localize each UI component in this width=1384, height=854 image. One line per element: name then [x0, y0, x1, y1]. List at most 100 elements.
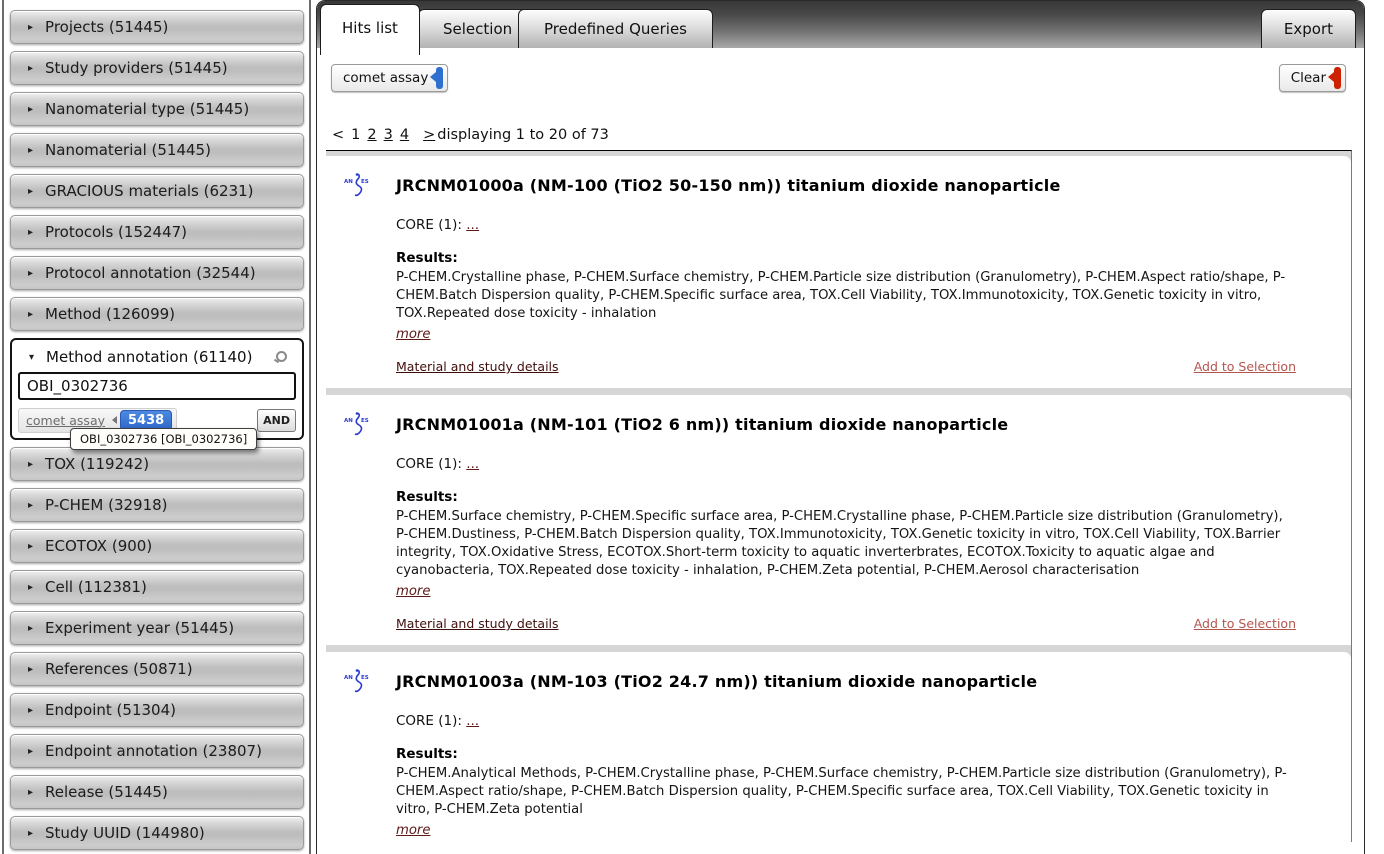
results-label: Results: [396, 250, 1296, 266]
result-card: AN ES JRCNM01001a (NM-101 (TiO2 6 nm)) t… [326, 395, 1351, 645]
and-operator-button[interactable]: AND [257, 409, 296, 432]
result-body: JRCNM01001a (NM-101 (TiO2 6 nm)) titaniu… [396, 415, 1296, 631]
main-panel: Hits list Selection Predefined Queries E… [316, 0, 1365, 854]
facet-item-release-51445[interactable]: ▸ Release (51445) [10, 775, 304, 809]
facet-item-label: Study providers (51445) [45, 59, 228, 77]
core-label: CORE (1): [396, 713, 466, 729]
chevron-right-icon: ▸ [28, 309, 33, 320]
facet-list-top: ▸ Projects (51445) ▸ Study providers (51… [10, 10, 304, 331]
facet-item-label: GRACIOUS materials (6231) [45, 182, 253, 200]
facet-item-label: P-CHEM (32918) [45, 496, 168, 514]
results-text: P-CHEM.Analytical Methods, P-CHEM.Crysta… [396, 765, 1296, 819]
facet-label: Method annotation (61140) [46, 348, 252, 366]
chevron-right-icon: ▸ [28, 459, 33, 470]
page-current: 1 [351, 127, 360, 143]
chevron-right-icon: ▸ [28, 746, 33, 757]
facet-item-cell-112381[interactable]: ▸ Cell (112381) [10, 570, 304, 604]
facet-item-label: Protocols (152447) [45, 223, 187, 241]
result-links-row: Material and study details Add to Select… [396, 359, 1296, 374]
core-expand-link[interactable]: ... [466, 217, 479, 233]
facet-item-references-50871[interactable]: ▸ References (50871) [10, 652, 304, 686]
facet-sidebar: ▸ Projects (51445) ▸ Study providers (51… [2, 0, 311, 854]
svg-text:ES: ES [361, 675, 369, 681]
facet-item-p-chem-32918[interactable]: ▸ P-CHEM (32918) [10, 488, 304, 522]
facet-item-tox-119242[interactable]: ▸ TOX (119242) [10, 447, 304, 481]
facet-item-nanomaterial-51445[interactable]: ▸ Nanomaterial (51445) [10, 133, 304, 167]
chevron-down-icon: ▾ [29, 352, 34, 363]
facet-search-input[interactable] [18, 372, 296, 400]
svg-text:AN: AN [344, 675, 353, 681]
svg-text:ES: ES [361, 179, 369, 185]
result-body: JRCNM01003a (NM-103 (TiO2 24.7 nm)) tita… [396, 672, 1296, 842]
results-label: Results: [396, 489, 1296, 505]
svg-text:AN: AN [344, 179, 353, 185]
chevron-right-icon: ▸ [28, 541, 33, 552]
facet-item-ecotox-900[interactable]: ▸ ECOTOX (900) [10, 529, 304, 563]
remove-filter-icon[interactable] [436, 67, 443, 89]
chevron-right-icon: ▸ [28, 268, 33, 279]
active-filter-chip[interactable]: comet assay [331, 64, 448, 92]
anses-logo-icon: AN ES [344, 172, 370, 198]
tab-export[interactable]: Export [1261, 9, 1356, 48]
facet-item-label: Nanomaterial (51445) [45, 141, 211, 159]
tab-strip: Hits list Selection Predefined Queries E… [317, 1, 1364, 48]
more-link[interactable]: more [396, 583, 430, 601]
tab-hits-list[interactable]: Hits list [320, 4, 420, 55]
chevron-right-icon: ▸ [28, 145, 33, 156]
facet-item-protocols-152447[interactable]: ▸ Protocols (152447) [10, 215, 304, 249]
add-to-selection-link[interactable]: Add to Selection [1194, 359, 1296, 374]
result-body: JRCNM01000a (NM-100 (TiO2 50-150 nm)) ti… [396, 176, 1296, 374]
clear-icon[interactable] [1334, 67, 1341, 89]
facet-item-projects-51445[interactable]: ▸ Projects (51445) [10, 10, 304, 44]
material-details-link[interactable]: Material and study details [396, 359, 559, 374]
pagination-status: displaying 1 to 20 of 73 [437, 127, 609, 143]
results-text: P-CHEM.Crystalline phase, P-CHEM.Surface… [396, 269, 1296, 323]
more-link[interactable]: more [396, 326, 430, 344]
page-link-4[interactable]: 4 [400, 127, 409, 143]
facet-list-bottom: ▸ TOX (119242) ▸ P-CHEM (32918) ▸ ECOTOX… [10, 447, 304, 850]
facet-item-label: References (50871) [45, 660, 193, 678]
chevron-right-icon: ▸ [28, 22, 33, 33]
facet-item-label: Study UUID (144980) [45, 824, 205, 842]
svg-text:ES: ES [361, 418, 369, 424]
facet-item-label: Nanomaterial type (51445) [45, 100, 249, 118]
filter-toolbar: comet assay Clear [317, 48, 1364, 92]
search-icon[interactable] [274, 350, 288, 364]
facet-item-method-126099[interactable]: ▸ Method (126099) [10, 297, 304, 331]
clear-filters-button[interactable]: Clear [1279, 64, 1346, 92]
facet-item-label: Method (126099) [45, 305, 175, 323]
core-expand-link[interactable]: ... [466, 713, 479, 729]
core-expand-link[interactable]: ... [466, 456, 479, 472]
chevron-right-icon: ▸ [28, 705, 33, 716]
facet-item-endpoint-51304[interactable]: ▸ Endpoint (51304) [10, 693, 304, 727]
facet-item-gracious-materials-6231[interactable]: ▸ GRACIOUS materials (6231) [10, 174, 304, 208]
material-details-link[interactable]: Material and study details [396, 616, 559, 631]
core-row: CORE (1): ... [396, 713, 1296, 729]
filter-chip-label: comet assay [343, 70, 428, 86]
facet-item-experiment-year-51445[interactable]: ▸ Experiment year (51445) [10, 611, 304, 645]
chevron-right-icon: ▸ [28, 828, 33, 839]
facet-chip-label[interactable]: comet assay [26, 413, 105, 428]
facet-item-study-uuid-144980[interactable]: ▸ Study UUID (144980) [10, 816, 304, 850]
more-link[interactable]: more [396, 822, 430, 840]
result-card: AN ES JRCNM01000a (NM-100 (TiO2 50-150 n… [326, 156, 1351, 388]
facet-item-endpoint-annotation-23807[interactable]: ▸ Endpoint annotation (23807) [10, 734, 304, 768]
facet-item-nanomaterial-type-51445[interactable]: ▸ Nanomaterial type (51445) [10, 92, 304, 126]
facet-item-label: Endpoint annotation (23807) [45, 742, 262, 760]
anses-logo-icon: AN ES [344, 668, 370, 694]
facet-item-protocol-annotation-32544[interactable]: ▸ Protocol annotation (32544) [10, 256, 304, 290]
page-link-3[interactable]: 3 [384, 127, 393, 143]
page-link-2[interactable]: 2 [367, 127, 376, 143]
tab-predefined-queries[interactable]: Predefined Queries [518, 9, 713, 48]
term-tooltip: OBI_0302736 [OBI_0302736] [70, 428, 257, 450]
add-to-selection-link[interactable]: Add to Selection [1194, 616, 1296, 631]
chevron-right-icon: ▸ [28, 227, 33, 238]
chevron-right-icon: ▸ [28, 186, 33, 197]
facet-method-annotation-header[interactable]: ▾ Method annotation (61140) [18, 342, 296, 372]
result-title: JRCNM01001a (NM-101 (TiO2 6 nm)) titaniu… [396, 415, 1296, 434]
facet-method-annotation-open: ▾ Method annotation (61140) comet assay … [10, 338, 304, 440]
facet-item-study-providers-51445[interactable]: ▸ Study providers (51445) [10, 51, 304, 85]
facet-item-label: ECOTOX (900) [45, 537, 152, 555]
page-prev[interactable]: < [332, 127, 344, 143]
page-next[interactable]: > [423, 127, 435, 143]
